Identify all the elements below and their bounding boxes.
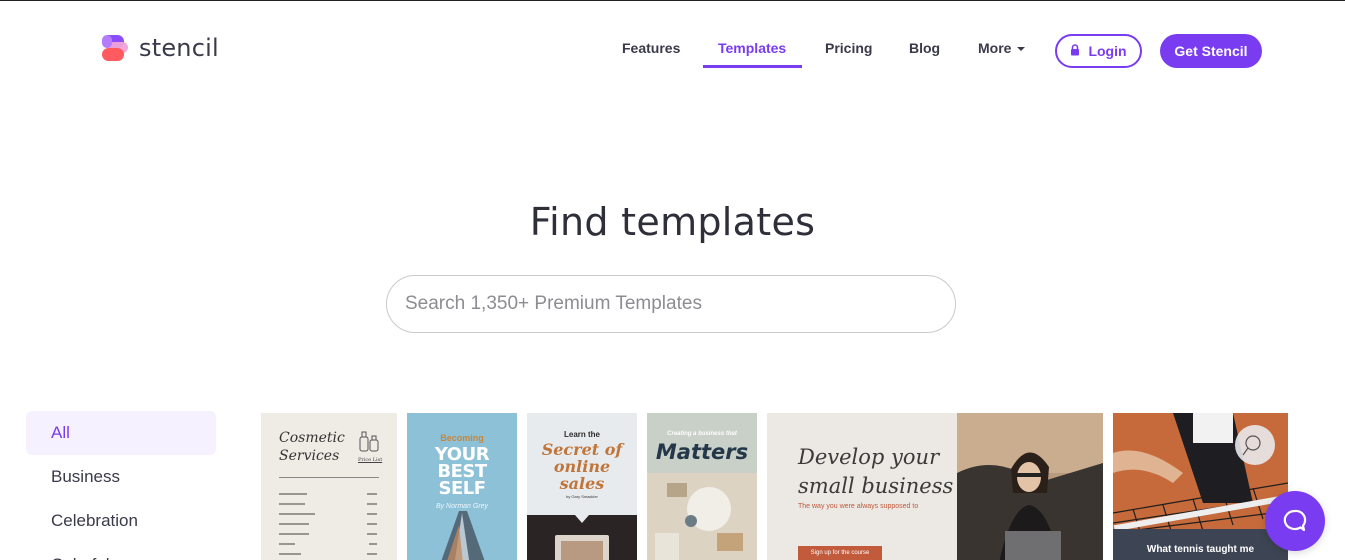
nav-more-label: More [978, 40, 1012, 56]
template-card-tennis[interactable]: What tennis taught me [1113, 413, 1288, 560]
template-kicker: Becoming [440, 433, 484, 443]
lock-icon [1070, 43, 1080, 59]
main-nav: Features Templates Pricing Blog More [0, 34, 1345, 68]
divider [279, 477, 379, 478]
template-card-small-business[interactable]: Develop your small business The way you … [767, 413, 1103, 560]
category-all[interactable]: All [26, 411, 216, 455]
chat-launcher-button[interactable] [1265, 491, 1325, 551]
template-card-your-best-self[interactable]: Becoming YOUR BEST SELF By Norman Grey [407, 413, 517, 560]
template-search-input[interactable] [386, 275, 956, 333]
template-cta: Sign up for the course [798, 546, 882, 560]
template-title: Develop your small business [798, 445, 954, 498]
woman-laptop-photo [957, 413, 1103, 560]
template-subtitle: Price List [358, 457, 383, 463]
chevron-down-icon [1017, 47, 1026, 52]
price-list-lines [279, 493, 377, 555]
template-title: Matters [655, 440, 749, 464]
nav-blog[interactable]: Blog [909, 40, 940, 56]
tennis-net-photo [1113, 413, 1288, 560]
template-kicker: Learn the [563, 430, 600, 439]
chat-bubble-icon [1283, 509, 1307, 532]
page-title: Find templates [529, 200, 816, 244]
template-card-matters[interactable]: Creating a business that Matters [647, 413, 757, 560]
window-top-border [0, 0, 1345, 1]
category-colorful[interactable]: Colorful [26, 543, 216, 560]
nav-active-underline [703, 65, 802, 68]
template-title: Cosmetic Services [279, 430, 345, 464]
category-celebration[interactable]: Celebration [26, 499, 216, 543]
template-byline: By Norman Grey [435, 503, 489, 510]
nav-pricing[interactable]: Pricing [825, 40, 872, 56]
nav-features[interactable]: Features [622, 40, 680, 56]
template-subtitle: The way you were always supposed to [798, 503, 919, 510]
login-label: Login [1088, 43, 1127, 59]
template-title: Secret of online sales [541, 440, 623, 493]
template-title: What tennis taught me [1146, 544, 1255, 555]
template-byline: by Gary Smackler [566, 494, 598, 499]
category-business[interactable]: Business [26, 455, 216, 499]
cosmetic-bottles-icon [359, 431, 379, 452]
template-card-online-sales[interactable]: Learn the Secret of online sales by Gary… [527, 413, 637, 560]
nav-more[interactable]: More [978, 40, 1026, 56]
template-card-cosmetic-services[interactable]: Cosmetic Services Price List [261, 413, 397, 560]
template-kicker: Creating a business that [667, 431, 737, 437]
laptop-photo [527, 515, 637, 560]
login-button[interactable]: Login [1055, 34, 1142, 68]
template-title: YOUR BEST SELF [434, 444, 490, 499]
get-stencil-button[interactable]: Get Stencil [1160, 34, 1262, 68]
nav-templates[interactable]: Templates [718, 40, 786, 56]
